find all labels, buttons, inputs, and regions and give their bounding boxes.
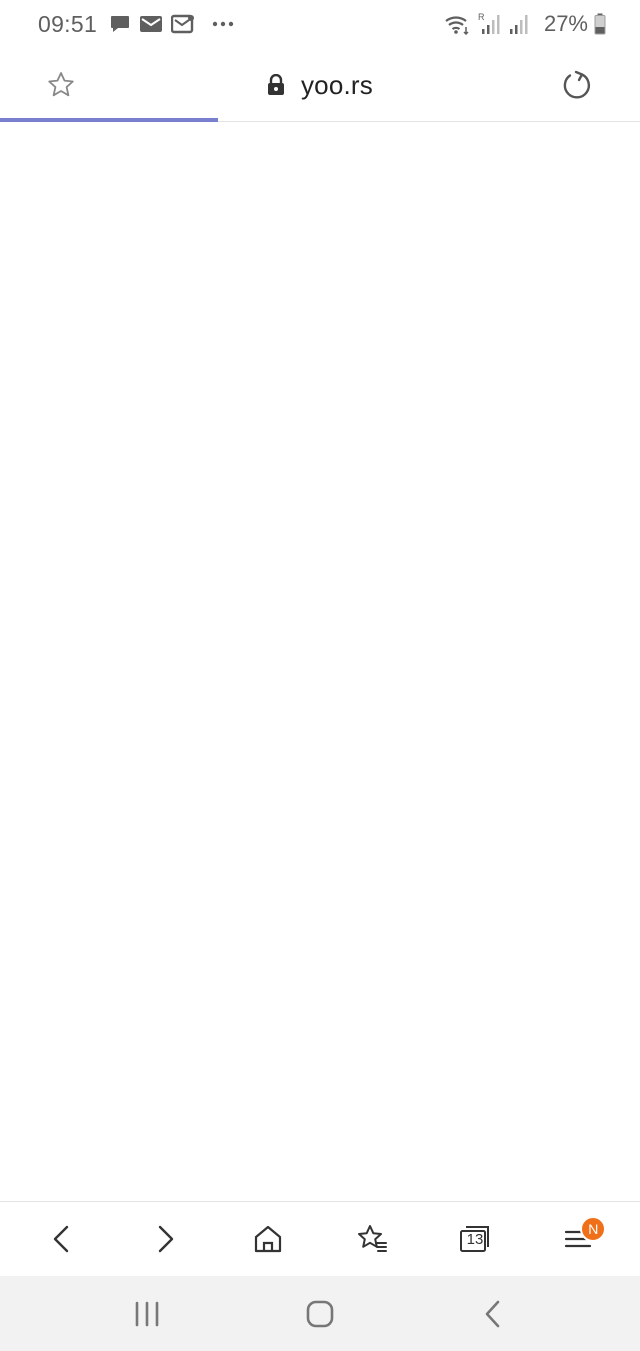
system-navigation-bar: [0, 1276, 640, 1351]
forward-button[interactable]: [133, 1207, 197, 1271]
page-load-progress: [0, 118, 640, 122]
mail-icon: [139, 14, 163, 34]
web-page-content[interactable]: [0, 123, 640, 1201]
menu-button[interactable]: N: [546, 1207, 610, 1271]
bookmarks-button[interactable]: [340, 1207, 404, 1271]
system-home-button[interactable]: [280, 1284, 360, 1344]
chevron-right-icon: [158, 1225, 174, 1253]
chat-icon: [109, 13, 131, 35]
browser-toolbar: 13 N: [0, 1201, 640, 1276]
status-time: 09:51: [38, 10, 98, 37]
menu-notification-badge: N: [580, 1216, 607, 1242]
status-bar: 09:51 R 27%: [0, 0, 640, 48]
signal-icon: [508, 13, 530, 35]
bookmarks-star-list-icon: [357, 1225, 387, 1252]
address-field[interactable]: yoo.rs: [0, 48, 640, 122]
home-circle-icon: [306, 1300, 334, 1327]
system-back-button[interactable]: [453, 1284, 533, 1344]
status-left: 09:51: [38, 11, 243, 38]
battery-percent: 27%: [543, 11, 588, 36]
home-icon: [255, 1225, 282, 1253]
battery-icon: [594, 13, 606, 35]
wifi-icon: [444, 13, 470, 35]
svg-text:R: R: [478, 12, 485, 22]
chevron-left-icon: [53, 1225, 68, 1253]
home-button[interactable]: [236, 1207, 300, 1271]
tabs-button[interactable]: 13: [443, 1207, 507, 1271]
url-text: yoo.rs: [300, 69, 373, 100]
reload-button[interactable]: [558, 66, 596, 104]
status-right: R 27%: [444, 11, 606, 37]
mail-open-icon: [171, 14, 195, 34]
signal-roaming-icon: R: [478, 12, 500, 36]
back-button[interactable]: [30, 1207, 94, 1271]
recent-apps-button[interactable]: [107, 1284, 187, 1344]
tabs-count: 13: [466, 1231, 484, 1248]
recent-apps-icon: [135, 1301, 158, 1326]
back-chevron-icon: [486, 1300, 500, 1327]
reload-icon: [563, 70, 591, 99]
lock-icon: [267, 74, 285, 96]
more-dots-icon: [211, 20, 235, 28]
page-load-progress-fill: [0, 118, 218, 122]
url-bar: yoo.rs: [0, 48, 640, 122]
